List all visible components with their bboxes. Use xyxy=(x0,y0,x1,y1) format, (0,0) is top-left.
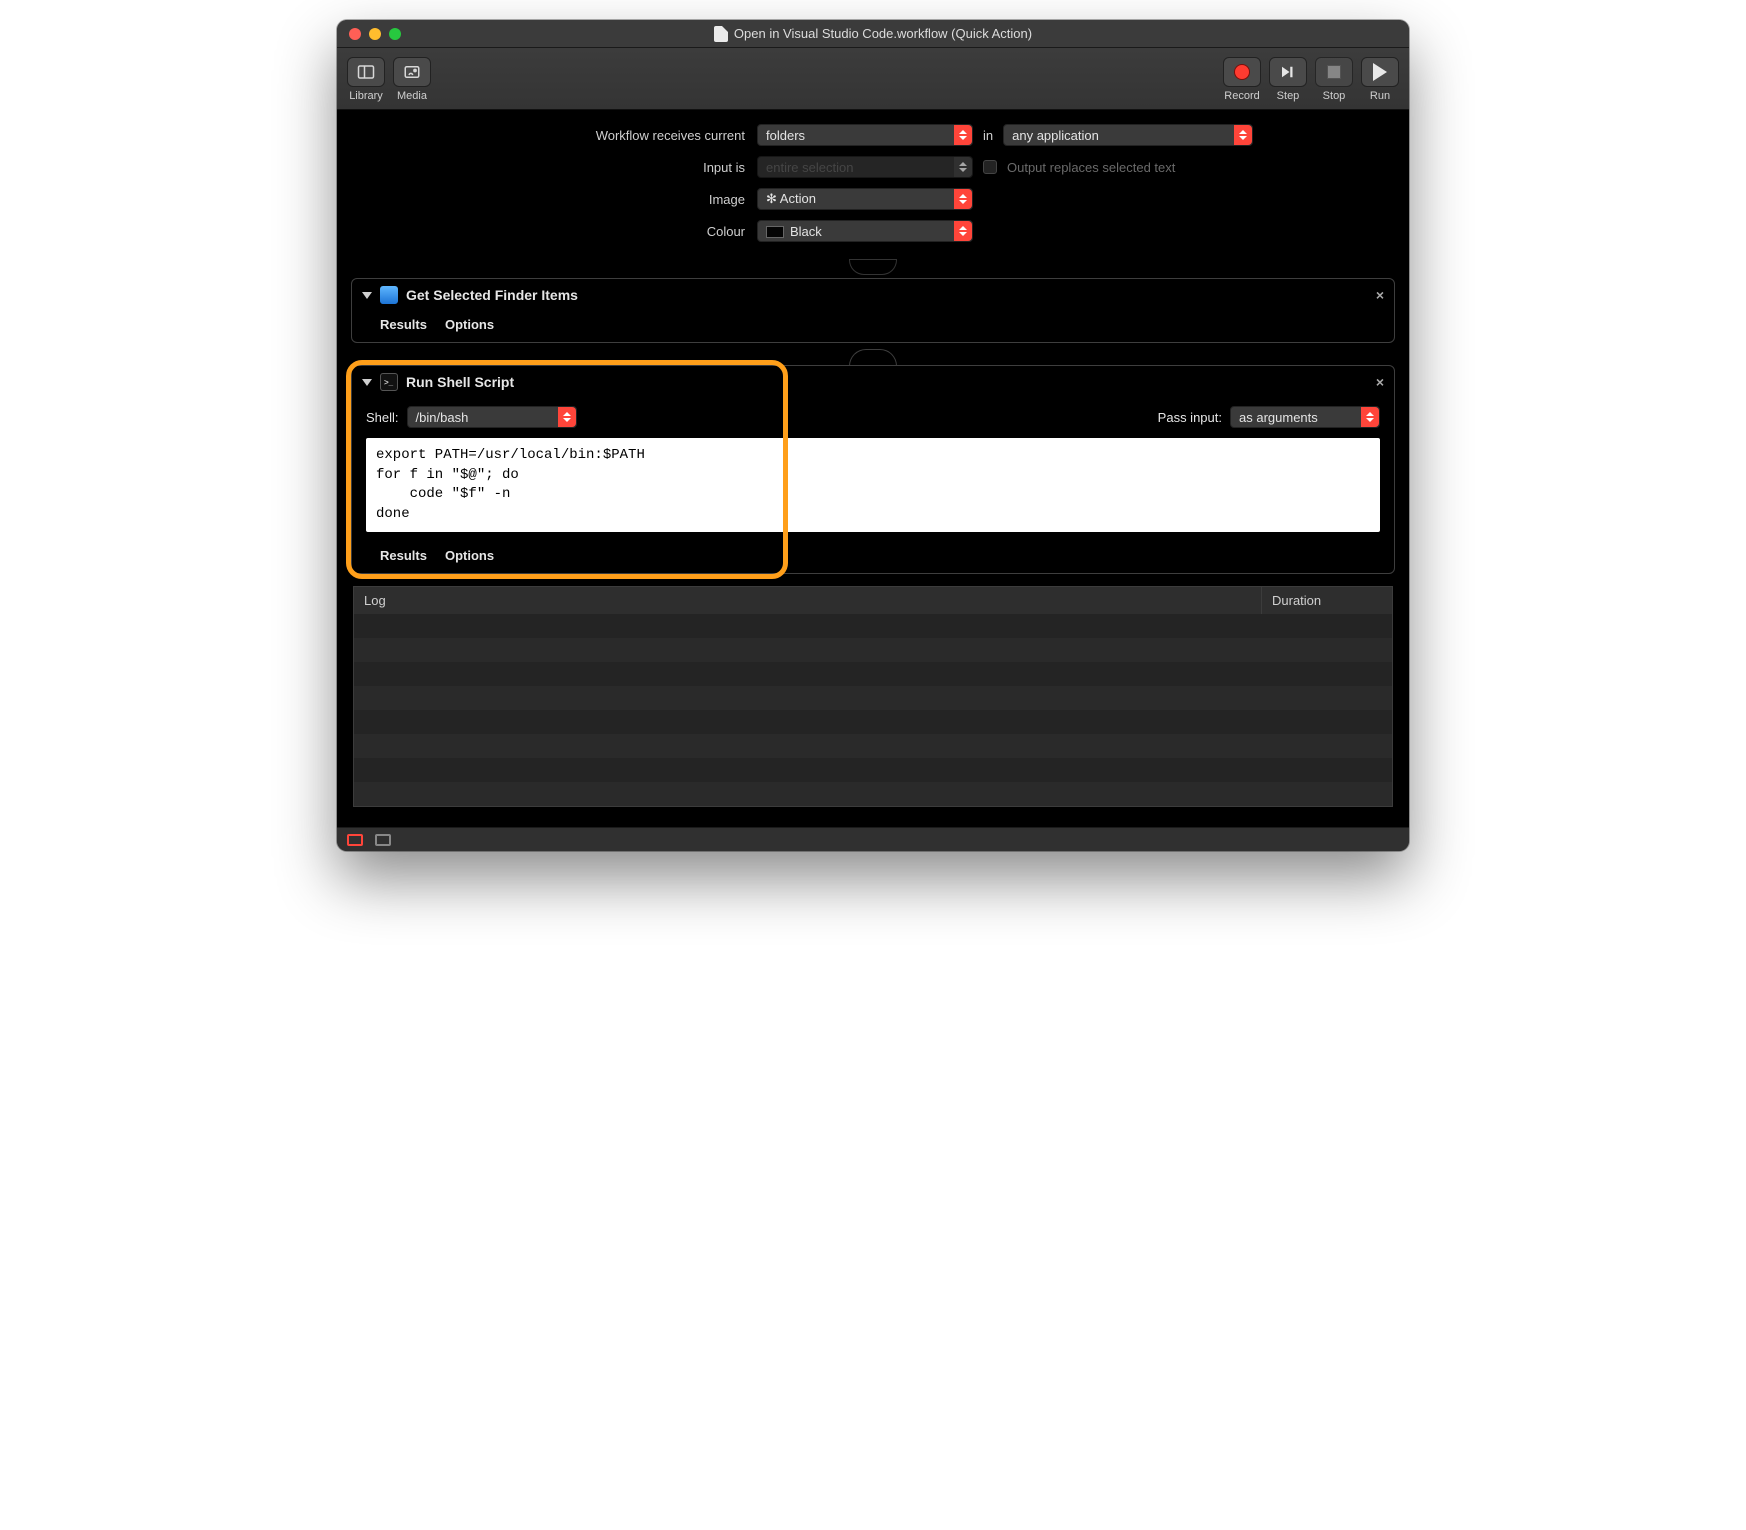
image-value: ✻ Action xyxy=(766,191,816,207)
action-run-shell-script: >_ Run Shell Script × Shell: /bin/bash P… xyxy=(351,365,1395,574)
library-label: Library xyxy=(349,90,383,102)
close-window-button[interactable] xyxy=(349,28,361,40)
action-header[interactable]: Get Selected Finder Items × xyxy=(352,279,1394,311)
log-column-header[interactable]: Log xyxy=(354,587,1262,614)
log-rows xyxy=(354,614,1392,806)
output-replaces-checkbox[interactable] xyxy=(983,160,997,174)
in-application-select[interactable]: any application xyxy=(1003,124,1253,146)
shell-select[interactable]: /bin/bash xyxy=(407,406,577,428)
workflow-config: Workflow receives current folders in any… xyxy=(337,110,1409,260)
log-row xyxy=(354,734,1392,758)
log-row xyxy=(354,614,1392,638)
chevron-updown-icon xyxy=(954,157,972,177)
in-application-value: any application xyxy=(1012,128,1099,143)
run-icon xyxy=(1361,57,1399,87)
input-is-value: entire selection xyxy=(766,160,853,175)
action-title: Run Shell Script xyxy=(406,374,514,390)
record-label: Record xyxy=(1224,90,1259,102)
log-row xyxy=(354,638,1392,662)
stop-label: Stop xyxy=(1323,90,1346,102)
document-icon xyxy=(714,26,728,42)
log-row xyxy=(354,662,1392,686)
variables-view-toggle[interactable] xyxy=(375,834,391,846)
shell-value: /bin/bash xyxy=(416,410,469,425)
titlebar: Open in Visual Studio Code.workflow (Qui… xyxy=(337,20,1409,48)
library-icon xyxy=(347,57,385,87)
log-row xyxy=(354,686,1392,710)
pass-input-select[interactable]: as arguments xyxy=(1230,406,1380,428)
step-label: Step xyxy=(1277,90,1300,102)
workflow-canvas: Get Selected Finder Items × Results Opti… xyxy=(337,274,1409,827)
run-button[interactable]: Run xyxy=(1361,57,1399,102)
action-get-selected-finder-items: Get Selected Finder Items × Results Opti… xyxy=(351,278,1395,343)
log-row xyxy=(354,782,1392,806)
shell-script-textarea[interactable]: export PATH=/usr/local/bin:$PATH for f i… xyxy=(366,438,1380,532)
window-controls xyxy=(337,28,401,40)
svg-text:>_: >_ xyxy=(384,378,394,387)
output-replaces-label: Output replaces selected text xyxy=(1007,160,1175,175)
log-row xyxy=(354,758,1392,782)
log-panel: Log Duration xyxy=(353,586,1393,807)
automator-window: Open in Visual Studio Code.workflow (Qui… xyxy=(337,20,1409,851)
stop-icon xyxy=(1315,57,1353,87)
image-select[interactable]: ✻ Action xyxy=(757,188,973,210)
disclosure-triangle-icon[interactable] xyxy=(362,292,372,299)
library-button[interactable]: Library xyxy=(347,57,385,102)
chevron-updown-icon xyxy=(954,125,972,145)
in-label: in xyxy=(983,128,993,143)
pass-input-value: as arguments xyxy=(1239,410,1318,425)
input-is-label: Input is xyxy=(367,160,757,175)
colour-swatch-icon xyxy=(766,226,784,238)
action-tabs: Results Options xyxy=(352,311,1394,342)
duration-column-header[interactable]: Duration xyxy=(1262,587,1392,614)
window-title: Open in Visual Studio Code.workflow (Qui… xyxy=(734,26,1032,41)
results-tab[interactable]: Results xyxy=(380,317,427,332)
zoom-window-button[interactable] xyxy=(389,28,401,40)
colour-select[interactable]: Black xyxy=(757,220,973,242)
minimize-window-button[interactable] xyxy=(369,28,381,40)
terminal-icon: >_ xyxy=(380,373,398,391)
toolbar: Library Media Record Step xyxy=(337,48,1409,110)
step-button[interactable]: Step xyxy=(1269,57,1307,102)
receives-select[interactable]: folders xyxy=(757,124,973,146)
chevron-updown-icon xyxy=(954,221,972,241)
step-icon xyxy=(1269,57,1307,87)
media-button[interactable]: Media xyxy=(393,57,431,102)
record-button[interactable]: Record xyxy=(1223,57,1261,102)
disclosure-triangle-icon[interactable] xyxy=(362,379,372,386)
finder-icon xyxy=(380,286,398,304)
record-icon xyxy=(1223,57,1261,87)
log-view-toggle[interactable] xyxy=(347,834,363,846)
remove-action-button[interactable]: × xyxy=(1376,287,1384,303)
chevron-updown-icon xyxy=(1361,407,1379,427)
action-tabs: Results Options xyxy=(352,542,1394,573)
action-header[interactable]: >_ Run Shell Script × xyxy=(352,366,1394,398)
chevron-updown-icon xyxy=(558,407,576,427)
media-label: Media xyxy=(397,90,427,102)
receives-label: Workflow receives current xyxy=(367,128,757,143)
action-title: Get Selected Finder Items xyxy=(406,287,578,303)
options-tab[interactable]: Options xyxy=(445,317,494,332)
run-label: Run xyxy=(1370,90,1390,102)
chevron-updown-icon xyxy=(1234,125,1252,145)
log-header: Log Duration xyxy=(354,587,1392,614)
pass-input-label: Pass input: xyxy=(1158,410,1222,425)
receives-value: folders xyxy=(766,128,805,143)
log-row xyxy=(354,710,1392,734)
input-is-select[interactable]: entire selection xyxy=(757,156,973,178)
results-tab[interactable]: Results xyxy=(380,548,427,563)
workflow-input-notch xyxy=(337,260,1409,274)
statusbar xyxy=(337,827,1409,851)
media-icon xyxy=(393,57,431,87)
action-connector xyxy=(345,343,1401,365)
options-tab[interactable]: Options xyxy=(445,548,494,563)
stop-button[interactable]: Stop xyxy=(1315,57,1353,102)
shell-label: Shell: xyxy=(366,410,399,425)
remove-action-button[interactable]: × xyxy=(1376,374,1384,390)
chevron-updown-icon xyxy=(954,189,972,209)
colour-label: Colour xyxy=(367,224,757,239)
colour-value: Black xyxy=(766,224,822,239)
image-label: Image xyxy=(367,192,757,207)
